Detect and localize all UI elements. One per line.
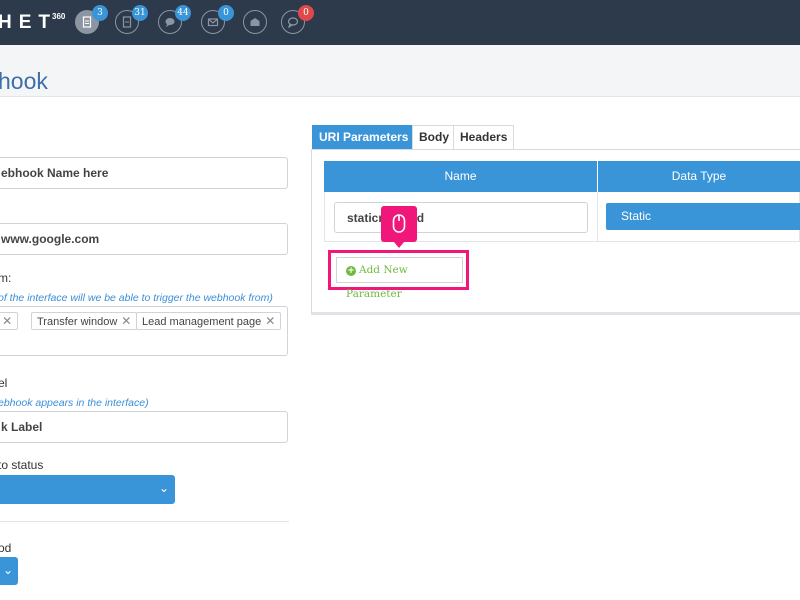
mouse-icon — [392, 214, 406, 233]
speech-bubble-icon[interactable]: 0 — [281, 5, 314, 34]
webhook-url-field[interactable]: www.google.com — [0, 223, 288, 255]
column-header-name: Name — [324, 161, 597, 192]
webhook-name-field[interactable]: ebhook Name here — [0, 157, 288, 189]
notification-badge: 31 — [132, 5, 148, 21]
mail-icon[interactable]: 0 — [201, 5, 234, 34]
app-logo[interactable]: HET360 — [0, 12, 70, 34]
notification-badge: 44 — [175, 5, 191, 21]
parameter-name-field[interactable]: staticneld — [334, 202, 588, 233]
webhook-label-field[interactable]: k Label — [0, 411, 288, 443]
top-navigation-bar: HET360 3 31 44 0 0 — [0, 0, 800, 45]
mouse-click-indicator — [381, 206, 417, 248]
document-icon[interactable]: 3 — [75, 5, 108, 34]
open-mail-icon[interactable] — [243, 10, 267, 34]
status-label: to status — [0, 458, 44, 472]
add-new-parameter-button[interactable]: + Add New Parameter — [336, 257, 463, 300]
label-field-label: el — [0, 376, 8, 390]
status-select[interactable]: ⌄ — [0, 475, 175, 504]
trigger-location-label: m: — [0, 271, 12, 285]
remove-tag-icon[interactable]: ✕ — [121, 314, 131, 328]
tab-uri-parameters[interactable]: URI Parameters — [312, 125, 416, 149]
chat-icon[interactable]: 44 — [158, 5, 191, 34]
trigger-location-hint: of the interface will we be able to trig… — [0, 292, 273, 304]
chevron-down-icon: ⌄ — [2, 563, 13, 577]
notification-badge: 0 — [298, 5, 314, 21]
method-label: od — [0, 541, 12, 555]
data-type-select[interactable]: Static — [606, 203, 800, 230]
tag-item: Transfer window ✕ — [31, 312, 138, 330]
page-header: hook — [0, 45, 800, 97]
remove-tag-icon[interactable]: ✕ — [2, 314, 12, 328]
method-select[interactable]: ⌄ — [0, 557, 18, 585]
column-header-data-type: Data Type — [598, 161, 800, 192]
trigger-location-tags-input[interactable]: p✕ Transfer window✕ Lead management page… — [0, 306, 288, 356]
notification-badge: 0 — [218, 5, 234, 21]
tab-headers[interactable]: Headers — [453, 125, 515, 149]
remove-tag-icon[interactable]: ✕ — [265, 314, 275, 328]
cell-divider — [597, 192, 598, 242]
page-icon[interactable]: 31 — [115, 5, 148, 34]
plus-circle-icon: + — [346, 266, 356, 276]
tab-body[interactable]: Body — [412, 125, 456, 149]
label-field-hint: ebhook appears in the interface) — [0, 397, 149, 409]
tag-item: p✕ — [0, 312, 19, 330]
chevron-down-icon: ⌄ — [158, 481, 169, 495]
page-title: hook — [0, 68, 48, 94]
tag-item: Lead management page ✕ — [136, 312, 282, 330]
notification-badge: 3 — [92, 5, 108, 21]
form-divider — [0, 521, 289, 522]
